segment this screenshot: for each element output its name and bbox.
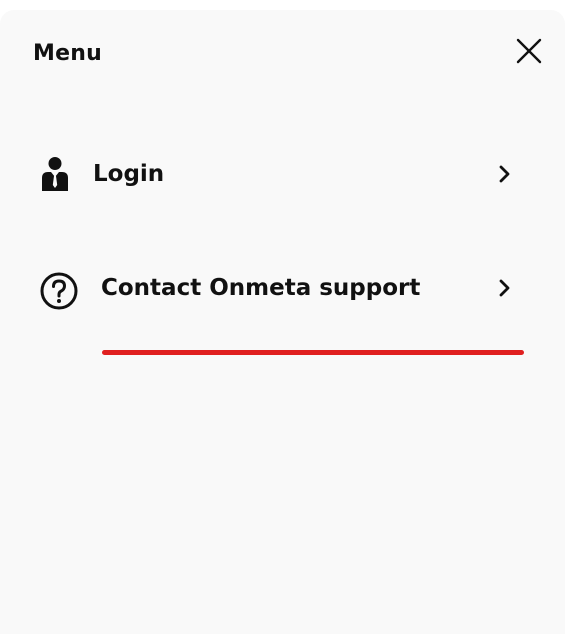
help-circle-icon	[38, 270, 80, 312]
chevron-right-icon	[495, 275, 515, 301]
menu-panel: Menu Login Contact Onmeta support	[0, 10, 565, 634]
close-button[interactable]	[512, 34, 546, 68]
menu-item-label: Login	[93, 161, 165, 187]
menu-item-contact-support[interactable]: Contact Onmeta support	[0, 258, 565, 318]
menu-item-label: Contact Onmeta support	[101, 275, 421, 301]
highlight-underline	[102, 350, 524, 355]
menu-title: Menu	[33, 41, 102, 66]
chevron-right-icon	[495, 161, 515, 187]
close-icon	[516, 38, 542, 64]
menu-item-login[interactable]: Login	[0, 144, 565, 204]
user-icon	[38, 155, 72, 193]
